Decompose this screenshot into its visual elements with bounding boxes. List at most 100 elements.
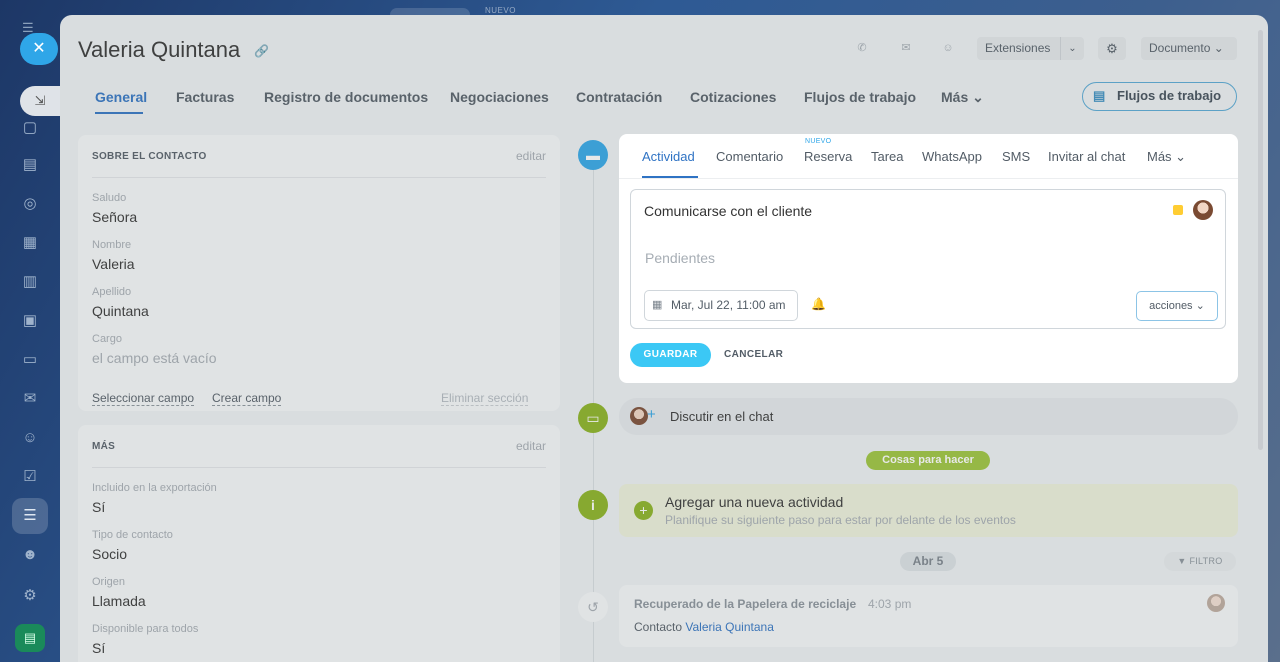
- responsible-avatar[interactable]: [1193, 200, 1213, 220]
- calendar-icon[interactable]: ▦: [20, 233, 40, 253]
- mail-icon[interactable]: ✉: [20, 389, 40, 409]
- create-field-link[interactable]: Crear campo: [212, 391, 282, 406]
- add-activity-subtitle: Planifique su siguiente paso para estar …: [665, 513, 1016, 527]
- crm-funnel-icon[interactable]: ☰: [20, 506, 40, 526]
- left-sidebar: ☰ ✕ ⇲ ▢ ▤ ◎ ▦ ▥ ▣ ▭ ✉ ☺ ☑ ☰ ☻ ⚙ ▤: [0, 0, 60, 662]
- plus-icon: +: [647, 406, 656, 423]
- phone-icon[interactable]: ✆: [848, 37, 876, 59]
- chat-icon[interactable]: ▢: [20, 118, 40, 138]
- plus-circle-icon[interactable]: +: [634, 501, 653, 520]
- close-slider-button[interactable]: ✕: [20, 33, 58, 65]
- feed-icon[interactable]: ▤: [20, 155, 40, 175]
- tab-general[interactable]: General: [95, 89, 147, 105]
- background-new-tag: NUEVO: [485, 6, 516, 15]
- docs-icon[interactable]: ▥: [20, 272, 40, 292]
- tab-quotes[interactable]: Cotizaciones: [690, 89, 776, 105]
- calendar-icon: ▦: [652, 299, 663, 311]
- save-button[interactable]: GUARDAR: [630, 343, 711, 367]
- contact-slider-panel: Valeria Quintana 🔗 ✆ ✉ ☺ Extensiones ⌄ ⚙…: [60, 15, 1268, 662]
- panel-scrollbar[interactable]: [1258, 30, 1263, 450]
- select-field-link[interactable]: Seleccionar campo: [92, 391, 195, 406]
- field-value[interactable]: Llamada: [92, 593, 146, 609]
- card-divider: [92, 177, 546, 178]
- tab-hiring[interactable]: Contratación: [576, 89, 662, 105]
- description-input[interactable]: Pendientes: [645, 250, 715, 266]
- drive-icon[interactable]: ▭: [20, 350, 40, 370]
- checklist-icon[interactable]: ☑: [20, 467, 40, 487]
- history-detail: Contacto Valeria Quintana: [634, 620, 774, 634]
- date-badge: Abr 5: [900, 552, 956, 571]
- deadline-value: Mar, Jul 22, 11:00 am: [671, 298, 786, 312]
- robot-icon[interactable]: ☻: [20, 545, 40, 565]
- editor-tab-task[interactable]: Tarea: [871, 149, 904, 164]
- tab-workflows[interactable]: Flujos de trabajo: [804, 89, 916, 105]
- filter-button[interactable]: ▼ FILTRO: [1164, 552, 1236, 571]
- editor-tab-whatsapp[interactable]: WhatsApp: [922, 149, 982, 164]
- field-value[interactable]: Socio: [92, 546, 127, 562]
- editor-tab-booking[interactable]: Reserva: [804, 149, 852, 164]
- field-label: Origen: [92, 576, 126, 588]
- card-heading: SOBRE EL CONTACTO: [92, 151, 207, 162]
- tab-more[interactable]: Más ⌄: [941, 89, 984, 106]
- card-divider: [92, 467, 546, 468]
- history-time: 4:03 pm: [868, 597, 912, 611]
- todo-badge: Cosas para hacer: [866, 451, 990, 470]
- editor-tab-comment[interactable]: Comentario: [716, 149, 783, 164]
- field-value[interactable]: Sí: [92, 640, 105, 656]
- apps-icon[interactable]: ▤: [15, 624, 45, 652]
- field-label: Nombre: [92, 239, 132, 251]
- field-label: Cargo: [92, 333, 122, 345]
- more-info-card: MÁS editar Incluido en la exportación Sí…: [78, 425, 560, 662]
- history-item: Recuperado de la Papelera de reciclaje 4…: [619, 585, 1238, 647]
- email-icon[interactable]: ✉: [892, 37, 920, 59]
- tab-deals[interactable]: Negociaciones: [450, 89, 549, 105]
- add-activity-card[interactable]: + Agregar una nueva actividad Planifique…: [619, 484, 1238, 537]
- actions-label: acciones: [1149, 300, 1193, 312]
- copy-link-icon[interactable]: 🔗: [254, 44, 269, 58]
- edit-link[interactable]: editar: [516, 439, 546, 453]
- field-value[interactable]: Sí: [92, 499, 105, 515]
- discuss-in-chat-row[interactable]: + Discutir en el chat: [619, 398, 1238, 435]
- deadline-picker[interactable]: ▦ Mar, Jul 22, 11:00 am: [644, 290, 798, 321]
- editor-tab-invite-chat[interactable]: Invitar al chat: [1048, 149, 1125, 164]
- comment-icon: ▬: [578, 140, 608, 170]
- field-label: Disponible para todos: [92, 623, 199, 635]
- field-label: Apellido: [92, 286, 132, 298]
- settings-icon[interactable]: ⚙: [20, 586, 40, 606]
- board-icon[interactable]: ▣: [20, 311, 40, 331]
- tab-documents[interactable]: Registro de documentos: [264, 89, 428, 105]
- edit-link[interactable]: editar: [516, 149, 546, 163]
- activity-form: Comunicarse con el cliente Pendientes ▦ …: [630, 189, 1226, 329]
- contact-link[interactable]: Valeria Quintana: [685, 620, 774, 634]
- chat-bubble-icon[interactable]: ☺: [934, 37, 962, 59]
- active-tab-underline: [95, 112, 143, 114]
- field-label: Incluido en la exportación: [92, 482, 217, 494]
- editor-tab-more[interactable]: Más ⌄: [1147, 149, 1186, 165]
- document-button[interactable]: Documento ⌄: [1141, 37, 1237, 60]
- activity-title-input[interactable]: Comunicarse con el cliente: [644, 203, 812, 219]
- tab-invoices[interactable]: Facturas: [176, 89, 234, 105]
- gear-icon[interactable]: ⚙: [1098, 37, 1126, 60]
- workflow-icon: ▤: [1093, 88, 1106, 103]
- field-value[interactable]: Señora: [92, 209, 137, 225]
- bell-icon[interactable]: 🔔: [811, 297, 826, 311]
- add-activity-title: Agregar una nueva actividad: [665, 494, 844, 510]
- workflows-button[interactable]: ▤ Flujos de trabajo: [1082, 82, 1237, 111]
- card-heading: MÁS: [92, 441, 116, 452]
- cancel-button[interactable]: CANCELAR: [724, 343, 783, 367]
- tasks-icon[interactable]: ◎: [20, 194, 40, 214]
- editor-tab-more-label: Más: [1147, 149, 1172, 164]
- field-value[interactable]: Quintana: [92, 303, 149, 319]
- contacts-icon[interactable]: ☺: [20, 428, 40, 448]
- editor-tab-activity[interactable]: Actividad: [642, 149, 695, 164]
- delete-section-link[interactable]: Eliminar sección: [441, 391, 529, 406]
- color-flag-icon[interactable]: [1173, 205, 1183, 215]
- collapse-icon[interactable]: ⇲: [20, 86, 60, 116]
- actions-dropdown[interactable]: acciones ⌄: [1136, 291, 1218, 321]
- field-value[interactable]: el campo está vacío: [92, 350, 217, 366]
- editor-tab-sms[interactable]: SMS: [1002, 149, 1030, 164]
- contact-info-card: SOBRE EL CONTACTO editar Saludo Señora N…: [78, 135, 560, 411]
- tab-more-label: Más: [941, 89, 969, 105]
- field-value[interactable]: Valeria: [92, 256, 135, 272]
- extensions-chevron-down-icon[interactable]: ⌄: [1060, 37, 1084, 60]
